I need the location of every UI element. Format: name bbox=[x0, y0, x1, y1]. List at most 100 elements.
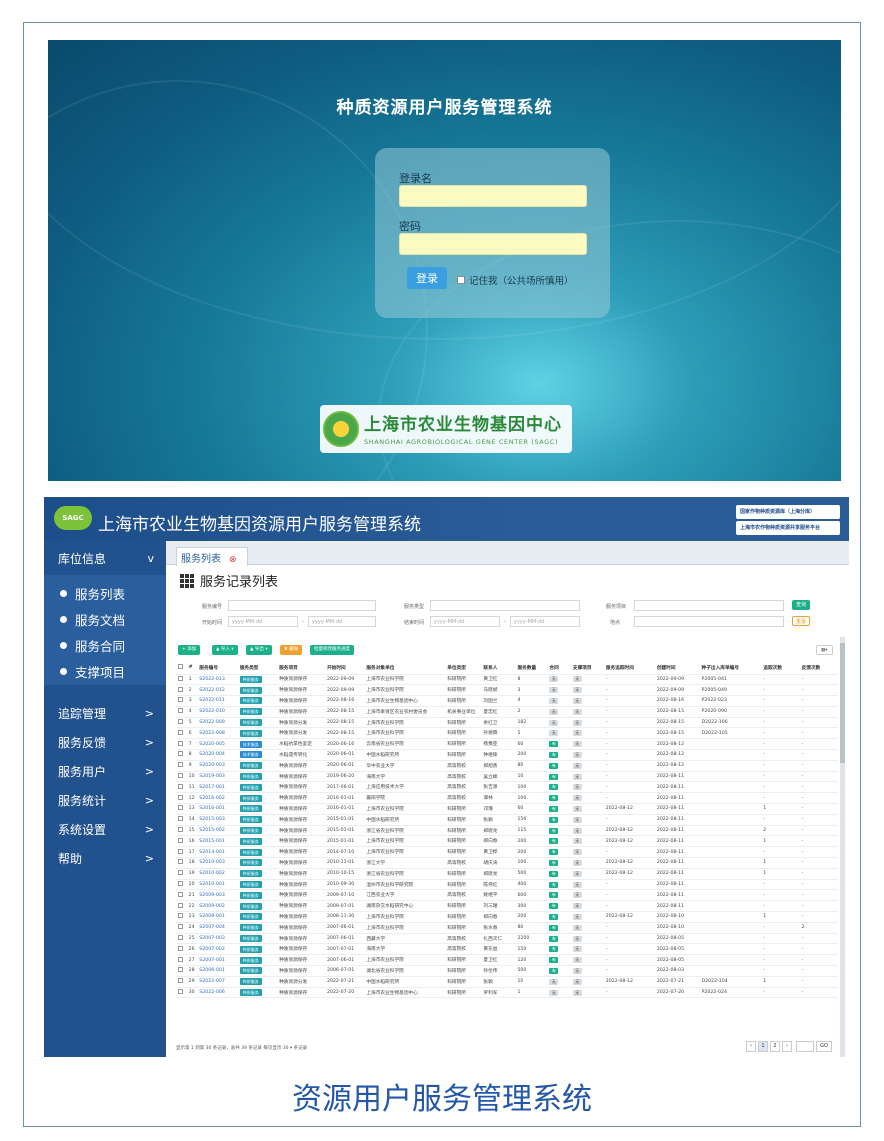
row-checkbox[interactable] bbox=[176, 889, 187, 902]
row-checkbox[interactable] bbox=[176, 792, 187, 805]
row-checkbox[interactable] bbox=[176, 911, 187, 923]
table-cell[interactable]: S2022-012 bbox=[197, 684, 238, 697]
table-row[interactable]: 5 S2022-009 种质服务 种质资源分发 2022-08-15 上海市农业科学院 科研… bbox=[176, 717, 838, 729]
start-date-from[interactable]: yyyy-MM-dd bbox=[228, 616, 298, 627]
delete-button[interactable]: ✖ 删除 bbox=[280, 645, 303, 655]
column-header[interactable]: # bbox=[186, 662, 198, 675]
column-header[interactable]: 服务项目 bbox=[277, 662, 325, 675]
username-input[interactable] bbox=[399, 185, 587, 207]
close-icon[interactable]: ⊗ bbox=[229, 555, 237, 565]
table-row[interactable]: 21 S2009-003 种质服务 种质资源保存 2009-07-10 江西农业大学 高等院… bbox=[176, 889, 838, 902]
row-checkbox[interactable] bbox=[176, 695, 187, 707]
table-row[interactable]: 17 S2014-001 种质服务 种质资源保存 2014-07-10 上海市农业科学院科… bbox=[176, 846, 838, 859]
table-cell[interactable]: S2010-003 bbox=[197, 857, 238, 869]
table-row[interactable]: 3 S2022-011 种质服务 种质资源保存 2022-08-16 上海市农业生物基因中… bbox=[176, 695, 838, 707]
pager-page-2[interactable]: 2 bbox=[770, 1041, 780, 1052]
row-checkbox[interactable] bbox=[176, 965, 187, 977]
row-checkbox[interactable] bbox=[176, 879, 187, 891]
chevron-down-icon[interactable]: v bbox=[147, 552, 154, 565]
sidebar-group-settings[interactable]: 系统设置 bbox=[58, 821, 106, 838]
row-checkbox[interactable] bbox=[176, 749, 187, 761]
sidebar-group-feedback[interactable]: 服务反馈 bbox=[58, 734, 106, 751]
table-cell[interactable]: S2009-003 bbox=[197, 889, 238, 902]
remember-me[interactable]: 记住我（公共场所慎用） bbox=[457, 273, 574, 287]
pager-next[interactable]: › bbox=[782, 1041, 792, 1052]
batch-update-button[interactable]: 批量修改服务进度 bbox=[310, 645, 354, 655]
table-row[interactable]: 22 S2009-002 种质服务 种质资源保存 2009-07-01 湖南杂交水稻研究中… bbox=[176, 900, 838, 913]
row-checkbox[interactable] bbox=[176, 868, 187, 880]
column-header[interactable]: 开始时间 bbox=[324, 662, 365, 675]
table-cell[interactable]: S2017-001 bbox=[197, 781, 238, 794]
table-cell[interactable]: S2007-001 bbox=[197, 954, 238, 967]
table-row[interactable]: 2 S2022-012 种质服务 种质资源保存 2022-09-09 上海市农业科学院 科研… bbox=[176, 684, 838, 697]
sidebar-group-help[interactable]: 帮助 bbox=[58, 850, 82, 867]
end-date-to[interactable]: yyyy-MM-dd bbox=[510, 616, 580, 627]
table-row[interactable]: 11 S2017-001 种质服务 种质资源保存 2017-06-01 上海应用技术大学高… bbox=[176, 781, 838, 794]
pager-page-1[interactable]: 1 bbox=[758, 1041, 768, 1052]
table-cell[interactable]: S2022-013 bbox=[197, 674, 238, 686]
table-cell[interactable]: S2022-007 bbox=[197, 976, 238, 988]
table-cell[interactable]: S2010-002 bbox=[197, 868, 238, 880]
row-checkbox[interactable] bbox=[176, 684, 187, 697]
chevron-right-icon[interactable]: > bbox=[145, 765, 154, 778]
row-checkbox[interactable] bbox=[176, 846, 187, 859]
table-row[interactable]: 27 S2007-001 种质服务 种质资源保存 2007-06-01 上海市农业科学院科… bbox=[176, 954, 838, 967]
row-checkbox[interactable] bbox=[176, 976, 187, 988]
row-checkbox[interactable] bbox=[176, 814, 187, 826]
chevron-right-icon[interactable]: > bbox=[145, 794, 154, 807]
columns-icon[interactable]: ▦▾ bbox=[816, 645, 833, 655]
column-header[interactable]: 单位类型 bbox=[445, 662, 482, 675]
table-row[interactable]: 19 S2010-002 种质服务 种质资源保存 2010-10-15 浙江省农业科学院科… bbox=[176, 868, 838, 880]
table-cell[interactable]: S2010-001 bbox=[197, 879, 238, 891]
table-cell[interactable]: S2015-001 bbox=[197, 835, 238, 848]
row-checkbox[interactable] bbox=[176, 835, 187, 848]
tab-service-list[interactable]: 服务列表 ⊗ bbox=[176, 547, 248, 566]
table-row[interactable]: 15 S2015-002 种质服务 种质资源保存 2015-01-01 浙江省农业科学院科… bbox=[176, 825, 838, 837]
link-national-bank[interactable]: 国家作物种质资源库（上海分库） bbox=[736, 505, 840, 519]
row-checkbox[interactable] bbox=[176, 900, 187, 913]
pager-prev[interactable]: ‹ bbox=[746, 1041, 756, 1052]
row-checkbox[interactable] bbox=[176, 987, 187, 999]
table-row[interactable]: 4 S2022-010 种质服务 种质资源保存 2022-08-15 上海市奉贤区农业农村… bbox=[176, 706, 838, 718]
table-cell[interactable]: S2022-011 bbox=[197, 695, 238, 707]
table-row[interactable]: 10 S2019-003 种质服务 种质资源保存 2019-06-20 海南大学 高等院校吴… bbox=[176, 771, 838, 783]
row-checkbox[interactable] bbox=[176, 943, 187, 956]
remember-checkbox[interactable] bbox=[457, 276, 465, 284]
table-row[interactable]: 7 S2020-005 技术服务 水稻抗旱性鉴定 2020-06-16 云南省农业科学院科… bbox=[176, 738, 838, 751]
table-cell[interactable]: S2015-003 bbox=[197, 814, 238, 826]
table-cell[interactable]: S2007-004 bbox=[197, 922, 238, 934]
row-checkbox[interactable] bbox=[176, 803, 187, 815]
column-header[interactable]: 服务追踪时间 bbox=[603, 662, 655, 675]
link-share-platform[interactable]: 上海市农作物种质资源共享服务平台 bbox=[736, 521, 840, 535]
row-checkbox[interactable] bbox=[176, 738, 187, 751]
table-row[interactable]: 18 S2010-003 种质服务 种质资源保存 2010-11-01 浙江大学 高等院校胡… bbox=[176, 857, 838, 869]
import-button[interactable]: ▲ 导入 ▾ bbox=[212, 645, 238, 655]
select-all-checkbox[interactable] bbox=[176, 662, 187, 675]
table-cell[interactable]: S2009-002 bbox=[197, 900, 238, 913]
password-input[interactable] bbox=[399, 233, 587, 255]
table-row[interactable]: 1 S2022-013 种质服务 种质资源保存 2022-09-09 上海市农业科学院 科研… bbox=[176, 674, 838, 686]
table-row[interactable]: 6 S2022-008 种质服务 种质资源分发 2022-08-15 上海市农业科学院 科研… bbox=[176, 727, 838, 740]
chevron-right-icon[interactable]: > bbox=[145, 736, 154, 749]
table-row[interactable]: 20 S2010-001 种质服务 种质资源保存 2010-09-30 温州市农业科学研究… bbox=[176, 879, 838, 891]
start-date-to[interactable]: yyyy-MM-dd bbox=[308, 616, 376, 627]
sidebar-item-service-list[interactable]: 服务列表 bbox=[60, 584, 125, 603]
reset-button[interactable]: 重置 bbox=[792, 616, 810, 626]
sidebar-group-stats[interactable]: 服务统计 bbox=[58, 792, 106, 809]
service-no-input[interactable] bbox=[228, 600, 376, 611]
column-header[interactable]: 追踪次数 bbox=[761, 662, 800, 675]
table-cell[interactable]: S2020-005 bbox=[197, 738, 238, 751]
row-checkbox[interactable] bbox=[176, 717, 187, 729]
row-checkbox[interactable] bbox=[176, 825, 187, 837]
pager-go-button[interactable]: GO bbox=[816, 1041, 832, 1052]
table-cell[interactable]: S2015-002 bbox=[197, 825, 238, 837]
table-cell[interactable]: S2008-001 bbox=[197, 911, 238, 923]
table-cell[interactable]: S2019-003 bbox=[197, 771, 238, 783]
row-checkbox[interactable] bbox=[176, 706, 187, 718]
table-cell[interactable]: S2022-010 bbox=[197, 706, 238, 718]
column-header[interactable]: 服务编号 bbox=[197, 662, 238, 675]
table-cell[interactable]: S2016-001 bbox=[197, 803, 238, 815]
table-row[interactable]: 12 S2016-002 种质服务 种质资源保存 2016-01-01 襄阳学院 高等院校谭… bbox=[176, 792, 838, 805]
login-button[interactable]: 登录 bbox=[407, 267, 447, 289]
chevron-right-icon[interactable]: > bbox=[145, 707, 154, 720]
